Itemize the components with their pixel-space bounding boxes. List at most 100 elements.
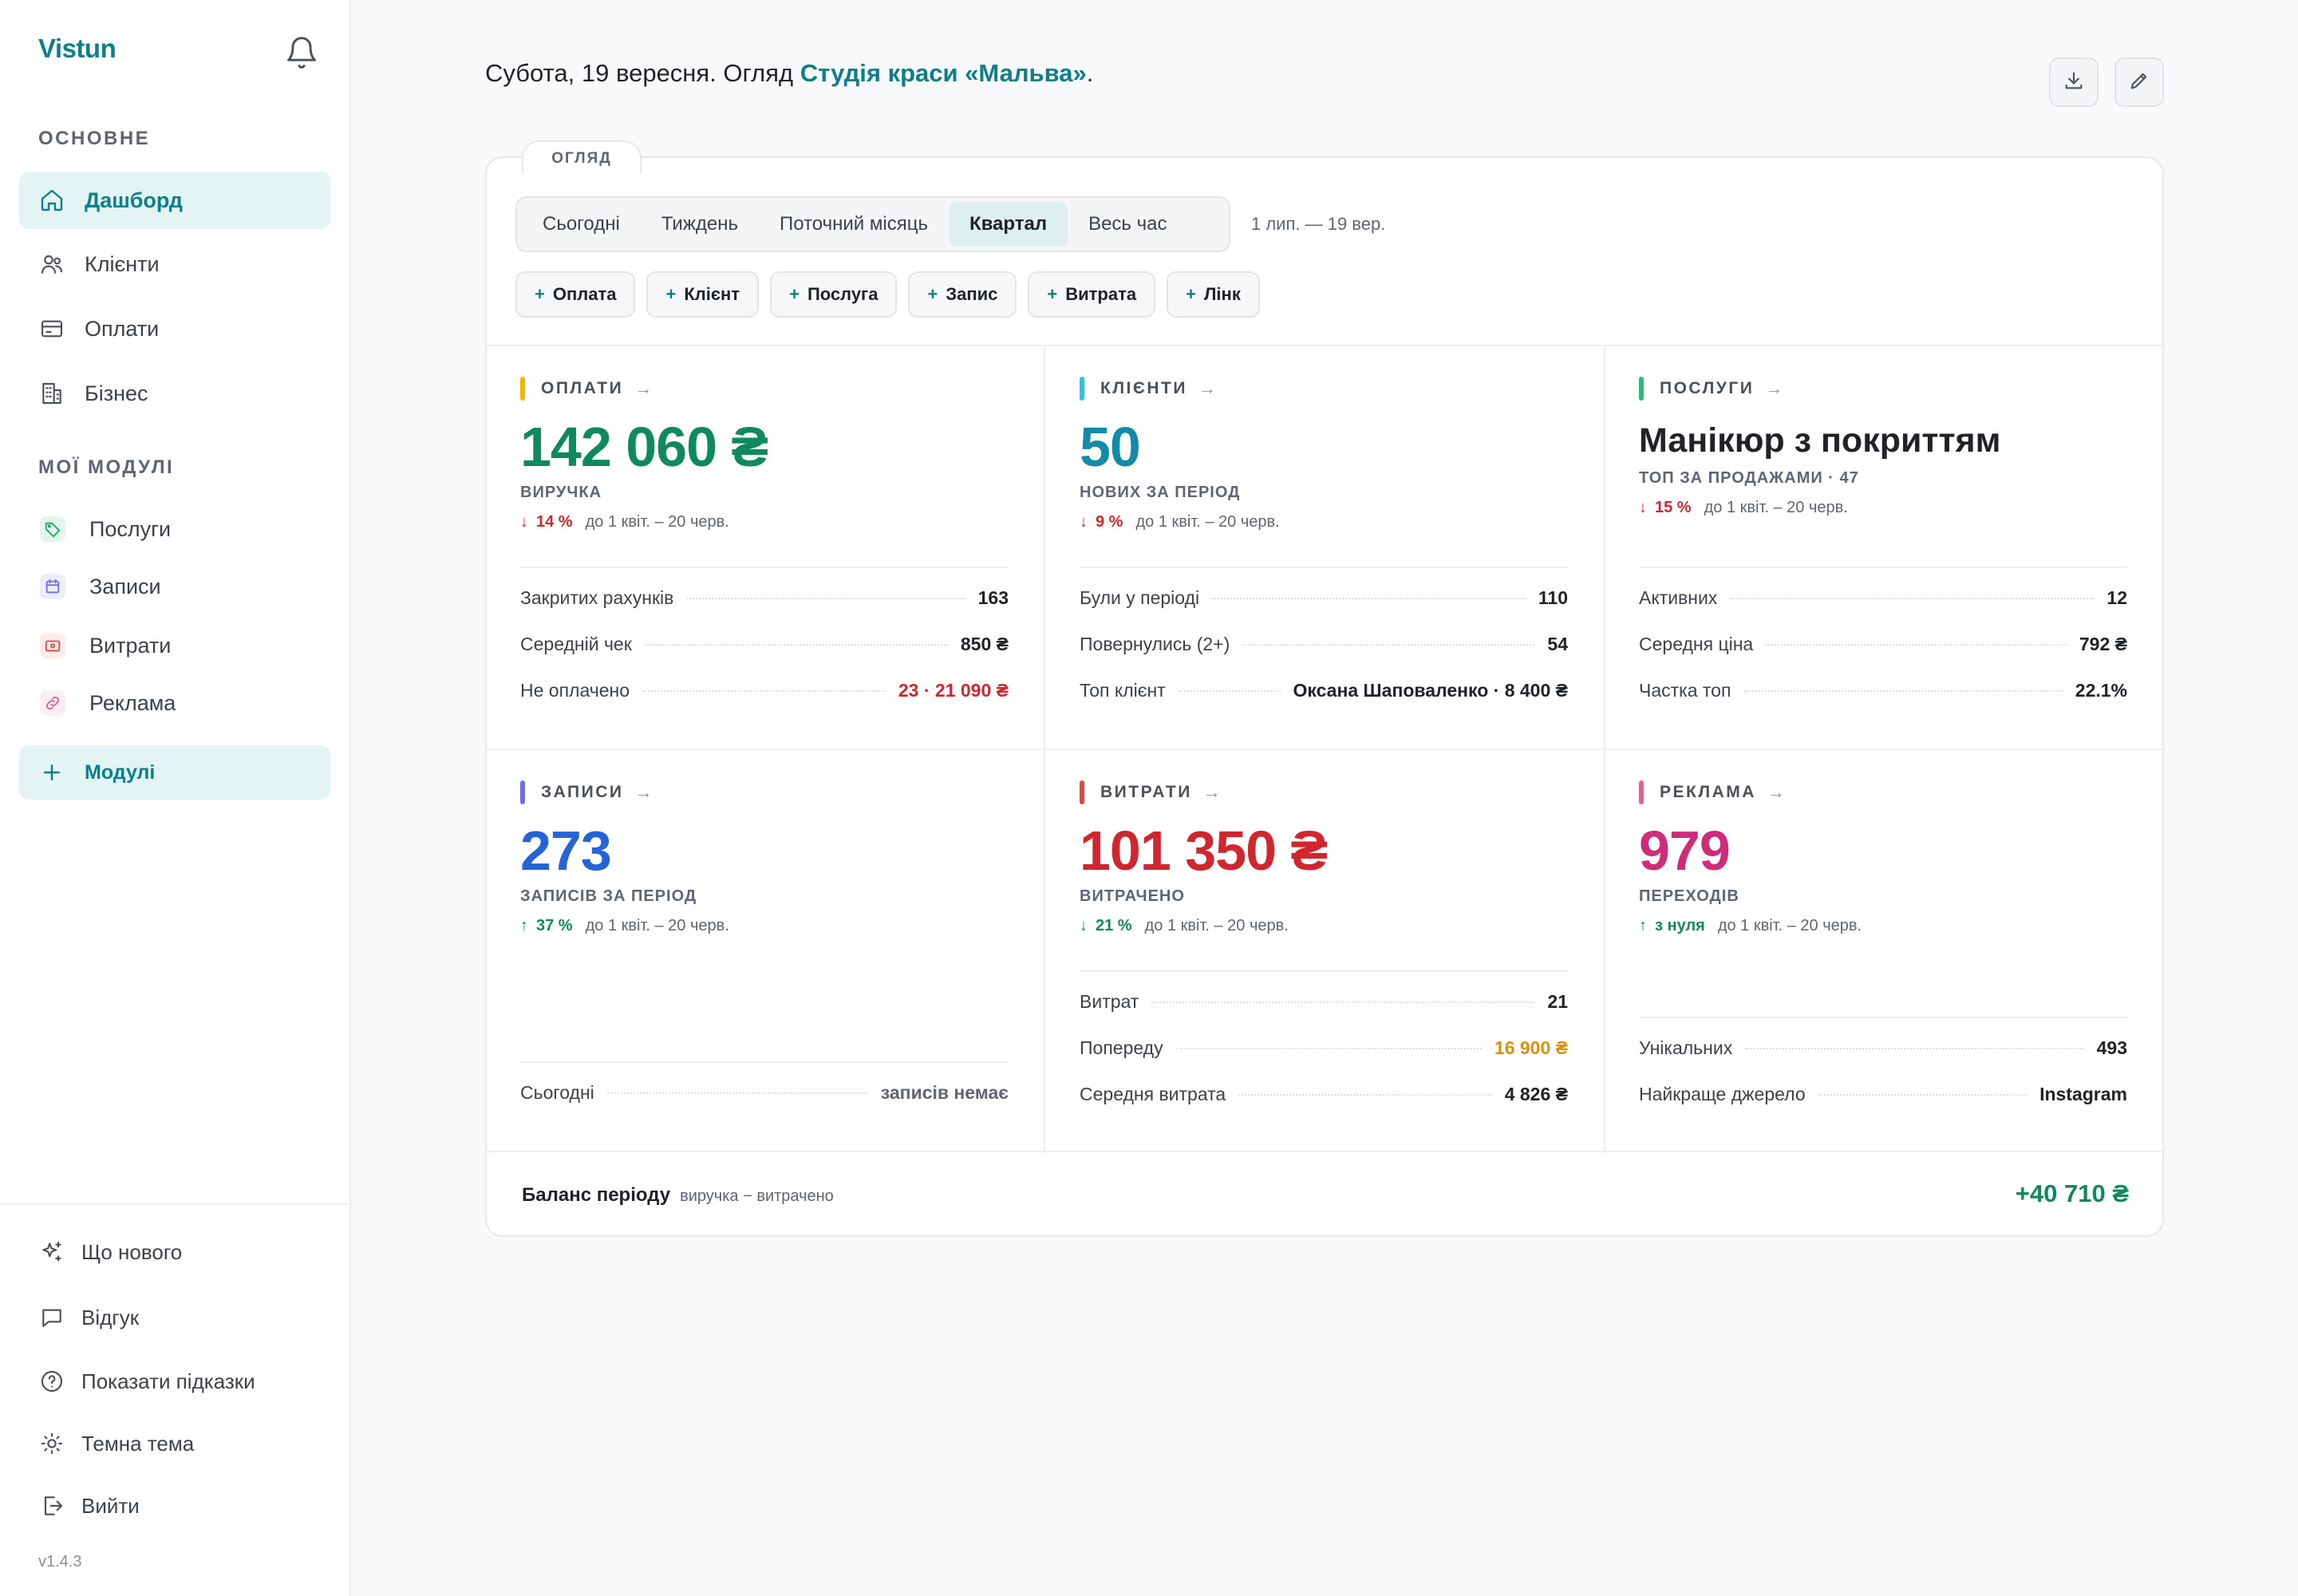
feedback-link[interactable]: Відгук xyxy=(38,1304,139,1331)
date-range: 1 лип. — 19 вер. xyxy=(1251,214,1386,234)
period-current-month[interactable]: Поточний місяць xyxy=(759,202,949,247)
card-subtitle: ВИТРАЧЕНО xyxy=(1080,887,1185,905)
headline-suffix: . xyxy=(1086,59,1094,87)
brand-logo[interactable]: Vistun xyxy=(38,34,116,64)
download-button[interactable] xyxy=(2049,57,2099,107)
sidebar-item-label: Клієнти xyxy=(85,251,160,276)
card-header: ПОСЛУГИ → xyxy=(1639,377,2127,401)
logout-label: Вийти xyxy=(81,1493,140,1518)
add-booking-button[interactable]: + Запис xyxy=(908,271,1017,318)
delta-value: 9 % xyxy=(1096,513,1123,531)
card-header: ОПЛАТИ → xyxy=(520,377,1009,401)
sidebar-item-label: Бізнес xyxy=(85,381,148,405)
stats-separator xyxy=(1639,1017,2127,1018)
arrow-down-icon: ↓ xyxy=(1080,513,1088,531)
card-title: ВИТРАТИ xyxy=(1100,783,1192,801)
card-delta: ↑ з нуля до 1 квіт. – 20 черв. xyxy=(1639,917,2127,935)
stat-row: Повернулись (2+) 54 xyxy=(1080,634,1568,655)
ad-clicks-value: 979 xyxy=(1639,820,1731,882)
headline-date: Субота, 19 вересня. Огляд xyxy=(485,59,800,87)
stat-value: 54 xyxy=(1547,634,1568,654)
sidebar-item-business[interactable]: Бізнес xyxy=(19,365,330,422)
bell-icon[interactable] xyxy=(284,35,319,70)
period-quarter[interactable]: Квартал xyxy=(948,202,1068,247)
studio-name-link[interactable]: Студія краси «Мальва» xyxy=(800,59,1087,87)
clients-card[interactable]: КЛІЄНТИ → 50 НОВИХ ЗА ПЕРІОД ↓ 9 % до 1 кві… xyxy=(1080,377,1568,712)
arrow-right-icon: → xyxy=(1765,378,1783,398)
add-expense-button[interactable]: + Витрата xyxy=(1028,271,1156,318)
sidebar-item-label: Витрати xyxy=(89,633,172,658)
calendar-icon xyxy=(40,574,65,599)
stat-row: Були у періоді 110 xyxy=(1080,587,1568,609)
sidebar-item-dashboard[interactable]: Дашборд xyxy=(19,172,330,229)
quick-action-label: Запис xyxy=(946,284,998,304)
stat-leader xyxy=(644,643,948,646)
sidebar-item-ads[interactable]: Реклама xyxy=(19,674,330,732)
sidebar-item-label: Послуги xyxy=(89,516,172,541)
stat-value: 4 826 ₴ xyxy=(1504,1084,1568,1104)
add-payment-button[interactable]: + Оплата xyxy=(515,271,636,318)
show-hints-link[interactable]: Показати підказки xyxy=(38,1368,255,1395)
add-client-button[interactable]: + Клієнт xyxy=(646,271,760,318)
sidebar-item-services[interactable]: Послуги xyxy=(19,500,330,558)
add-modules-button[interactable]: Модулі xyxy=(19,745,330,800)
stat-leader xyxy=(1212,597,1526,599)
dark-theme-toggle[interactable]: Темна тема xyxy=(38,1430,194,1457)
balance-label: Баланс періоду виручка − витрачено xyxy=(522,1184,834,1207)
sidebar-item-label: Реклама xyxy=(89,690,176,715)
expenses-card[interactable]: ВИТРАТИ → 101 350 ₴ ВИТРАЧЕНО ↓ 21 % до 1 к… xyxy=(1080,780,1568,1116)
edit-button[interactable] xyxy=(2114,57,2164,107)
stat-row: Найкраще джерело Instagram xyxy=(1639,1084,2127,1105)
stats-separator xyxy=(1639,567,2127,568)
arrow-right-icon: → xyxy=(1767,782,1785,802)
stat-row: Частка топ 22.1% xyxy=(1639,680,2127,701)
arrow-down-icon: ↓ xyxy=(1080,917,1088,934)
card-title: ЗАПИСИ xyxy=(541,783,624,801)
delta-note: до 1 квіт. – 20 черв. xyxy=(1135,513,1280,531)
card-color-bar xyxy=(520,780,525,804)
services-card[interactable]: ПОСЛУГИ → Манікюр з покриттям ТОП ЗА ПРОД… xyxy=(1639,377,2127,712)
period-today[interactable]: Сьогодні xyxy=(522,202,641,247)
new-clients-value: 50 xyxy=(1080,416,1141,478)
add-service-button[interactable]: + Послуга xyxy=(770,271,898,318)
sidebar-item-payments[interactable]: Оплати xyxy=(19,300,330,358)
stat-value: 792 ₴ xyxy=(2079,634,2127,654)
logout-link[interactable]: Вийти xyxy=(38,1492,140,1519)
grid-divider-col1 xyxy=(1044,346,1045,1151)
sidebar-item-clients[interactable]: Клієнти xyxy=(19,235,330,293)
stats-separator xyxy=(1080,970,1568,972)
stat-row: Закритих рахунків 163 xyxy=(520,587,1009,609)
sidebar-item-label: Дашборд xyxy=(85,188,183,212)
stat-leader xyxy=(1745,1047,2084,1049)
bookings-card[interactable]: ЗАПИСИ → 273 ЗАПИСІВ ЗА ПЕРІОД ↑ 37 % до 1 … xyxy=(520,780,1009,1116)
plus-icon: + xyxy=(1047,284,1058,304)
stat-row: Сьогодні записів немає xyxy=(520,1082,1009,1104)
stat-leader xyxy=(1238,1093,1492,1096)
sidebar-item-expenses[interactable]: Витрати xyxy=(19,617,330,674)
ads-card[interactable]: РЕКЛАМА → 979 ПЕРЕХОДІВ ↑ з нуля до 1 квіт.… xyxy=(1639,780,2127,1116)
page-headline: Субота, 19 вересня. Огляд Студія краси «… xyxy=(485,59,1093,88)
stats-separator xyxy=(520,1061,1009,1063)
plus-icon xyxy=(38,759,65,786)
period-all-time[interactable]: Весь час xyxy=(1068,202,1187,247)
whats-new-link[interactable]: Що нового xyxy=(38,1238,182,1266)
card-delta: ↑ 37 % до 1 квіт. – 20 черв. xyxy=(520,917,1009,935)
payments-card[interactable]: ОПЛАТИ → 142 060 ₴ ВИРУЧКА ↓ 14 % до 1 квіт… xyxy=(520,377,1009,712)
delta-value: 21 % xyxy=(1096,917,1132,934)
quick-action-label: Лінк xyxy=(1203,284,1241,304)
delta-note: до 1 квіт. – 20 черв. xyxy=(585,917,729,934)
add-link-button[interactable]: + Лінк xyxy=(1167,271,1260,318)
sidebar: Vistun ОСНОВНЕ Дашборд Клієнти Оплати Бі… xyxy=(0,0,351,1596)
period-week[interactable]: Тиждень xyxy=(641,202,759,247)
delta-value: 37 % xyxy=(536,917,573,934)
arrow-right-icon: → xyxy=(1198,378,1216,398)
stat-label: Сьогодні xyxy=(520,1082,594,1103)
stats-separator xyxy=(1080,567,1568,568)
plus-icon: + xyxy=(927,284,938,304)
grid-divider-col2 xyxy=(1604,346,1605,1151)
stat-leader xyxy=(1151,1001,1535,1003)
stat-value: 23 · 21 090 ₴ xyxy=(898,680,1009,701)
stat-label: Найкраще джерело xyxy=(1639,1084,1806,1104)
sidebar-item-bookings[interactable]: Записи xyxy=(19,558,330,615)
card-title: КЛІЄНТИ xyxy=(1100,379,1187,397)
